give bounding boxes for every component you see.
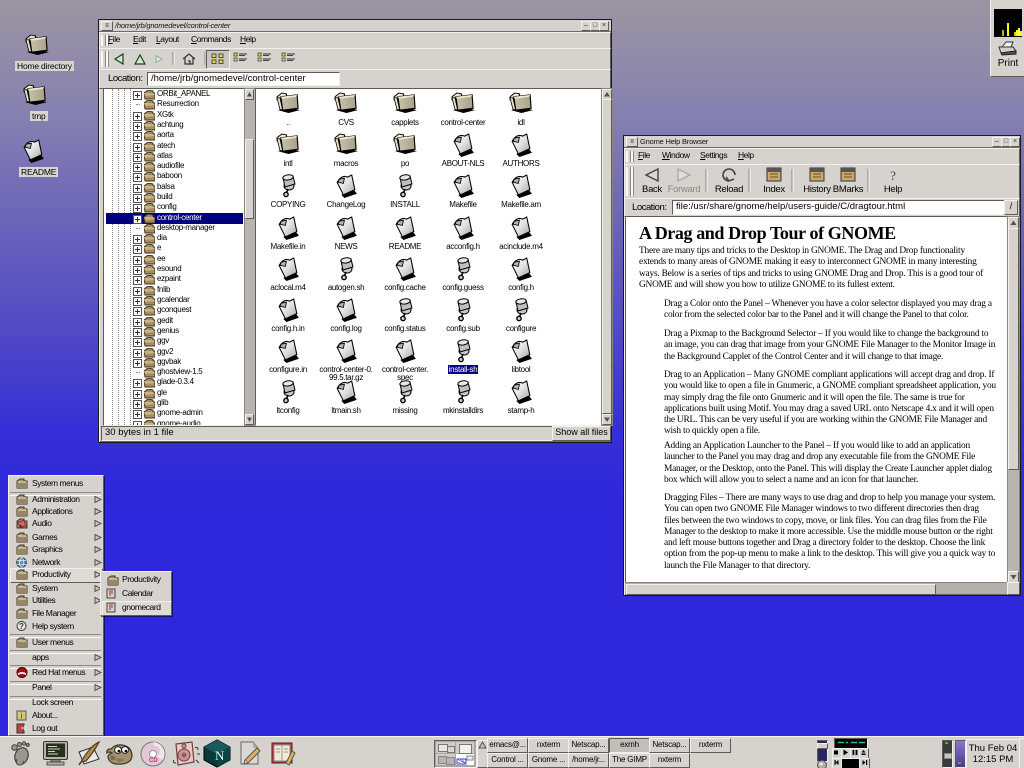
svg-text:?: ? bbox=[19, 622, 24, 631]
svg-text:i: i bbox=[21, 712, 23, 721]
svg-text:CD: CD bbox=[149, 758, 158, 764]
svg-text:N: N bbox=[215, 748, 225, 763]
svg-text:?: ? bbox=[890, 168, 896, 183]
